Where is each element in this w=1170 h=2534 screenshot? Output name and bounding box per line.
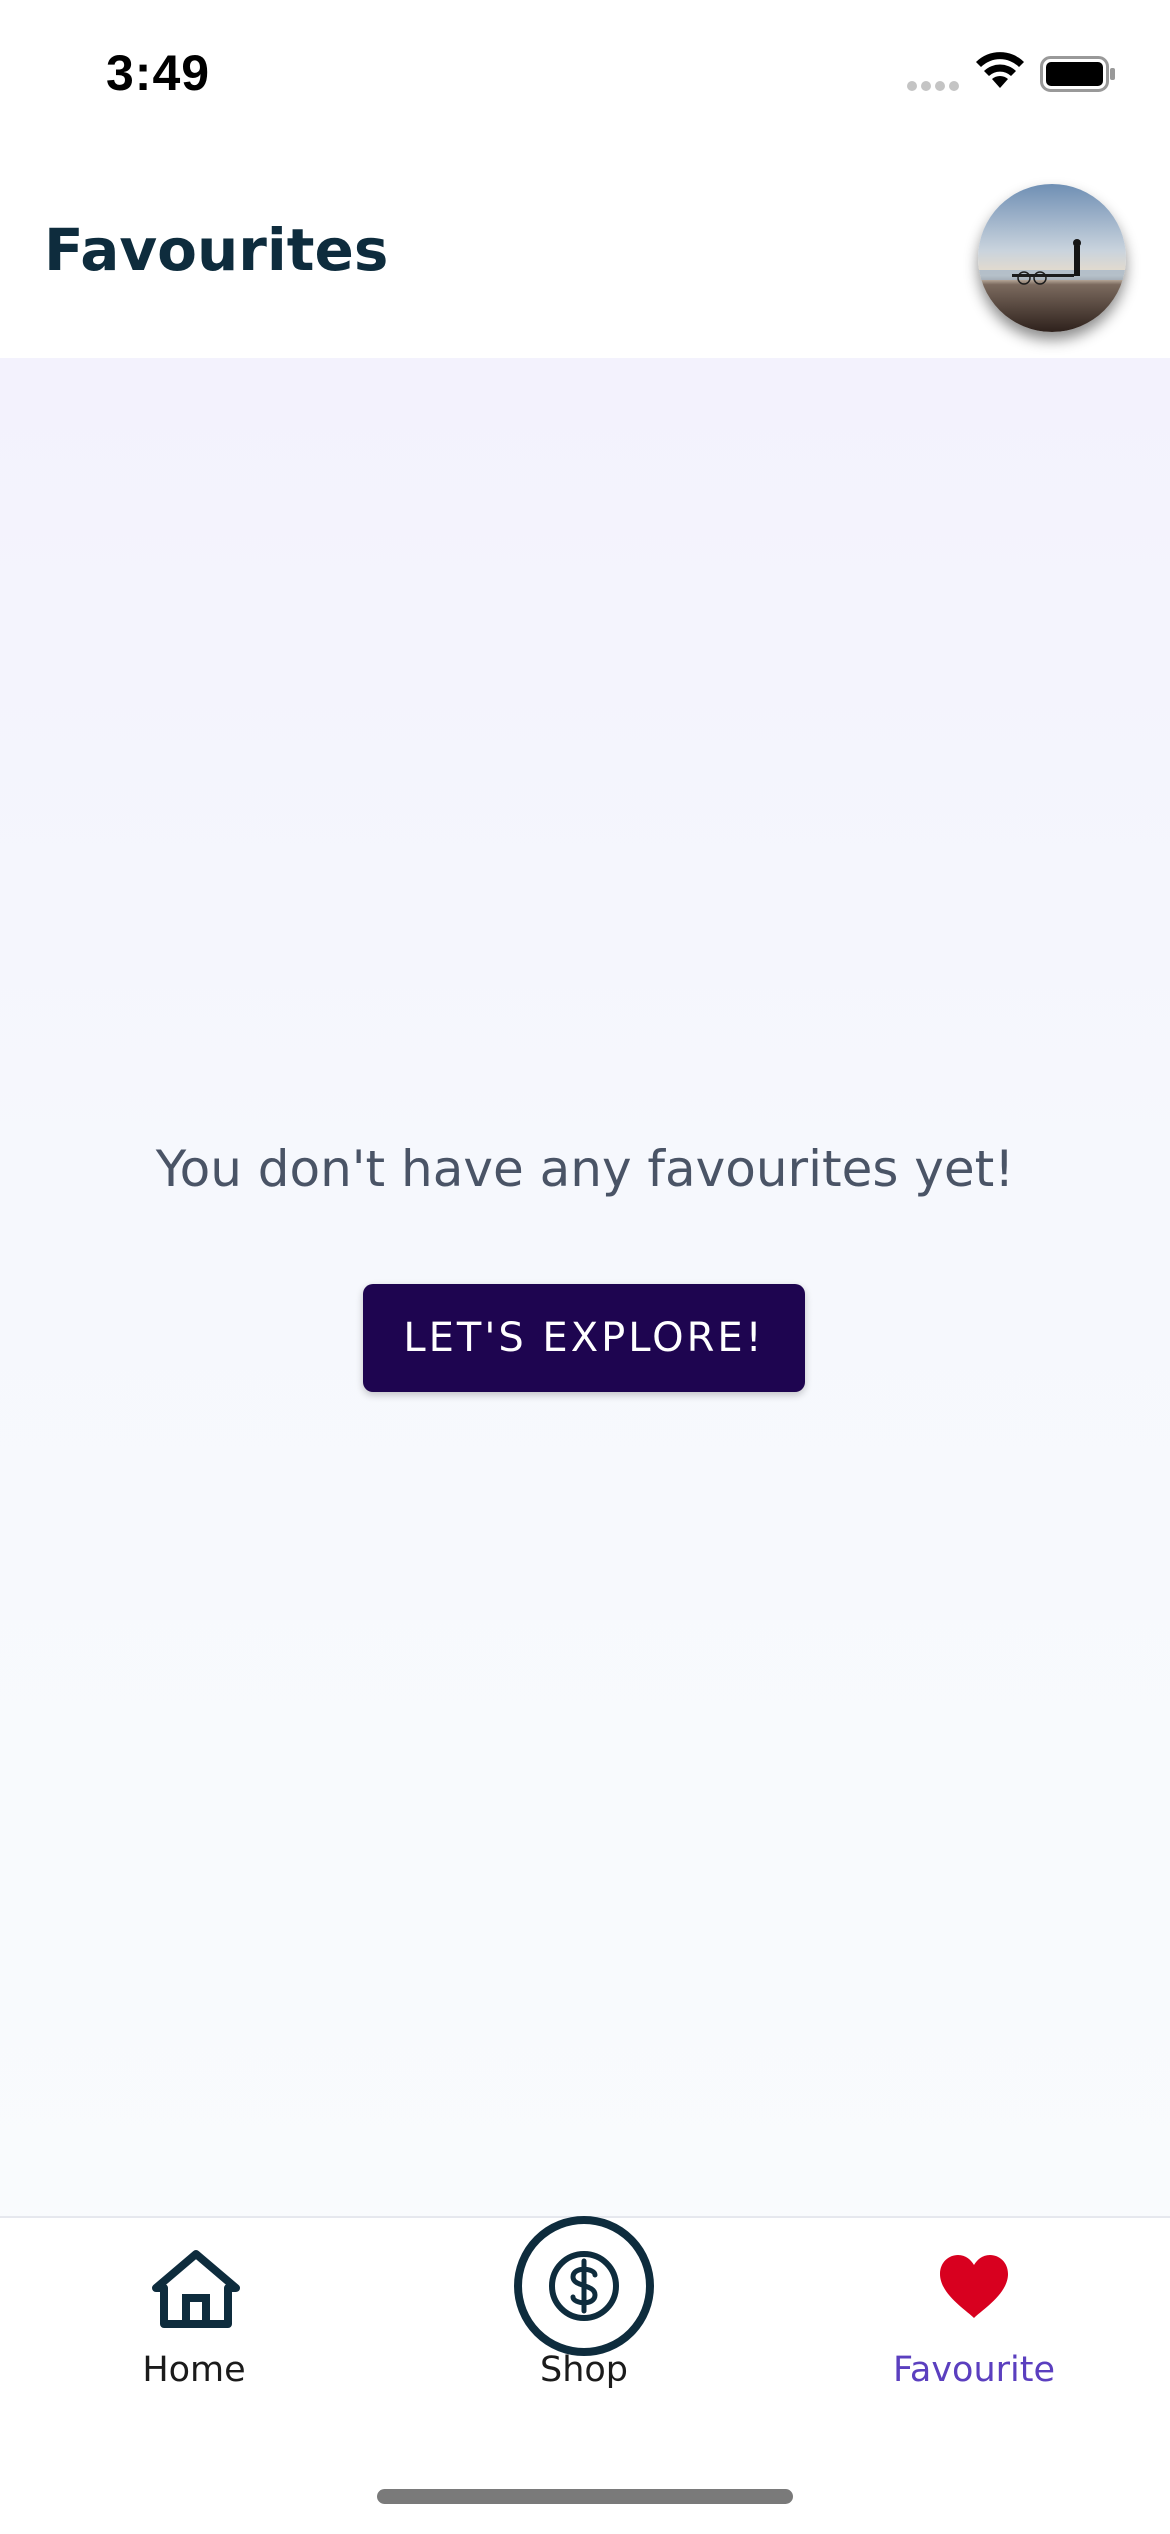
home-indicator[interactable] (377, 2489, 793, 2504)
tab-favourite-label: Favourite (892, 2350, 1056, 2390)
wifi-icon (976, 52, 1024, 88)
tab-shop-label: Shop (539, 2350, 629, 2390)
home-icon (152, 2250, 240, 2328)
avatar[interactable] (978, 184, 1126, 332)
battery-icon (1040, 56, 1115, 92)
app-header: Favourites (0, 150, 1170, 358)
status-bar: 3:49 (0, 0, 1170, 150)
tab-shop[interactable]: Shop (484, 2216, 684, 2418)
status-time: 3:49 (106, 45, 211, 101)
tab-favourite[interactable]: Favourite (874, 2218, 1074, 2418)
tab-home[interactable]: Home (94, 2218, 294, 2418)
heart-icon (940, 2255, 1008, 2318)
avatar-image (978, 184, 1126, 332)
bottom-tab-bar: Home Shop Favourite (0, 2216, 1170, 2534)
explore-button[interactable]: LET'S EXPLORE! (363, 1284, 805, 1392)
tab-home-label: Home (142, 2350, 246, 2390)
dollar-icon (514, 2216, 654, 2356)
main-content: You don't have any favourites yet! LET'S… (0, 358, 1170, 2216)
page-title: Favourites (44, 216, 389, 284)
empty-state-message: You don't have any favourites yet! (155, 1140, 1015, 1198)
cellular-signal-icon (907, 81, 959, 91)
